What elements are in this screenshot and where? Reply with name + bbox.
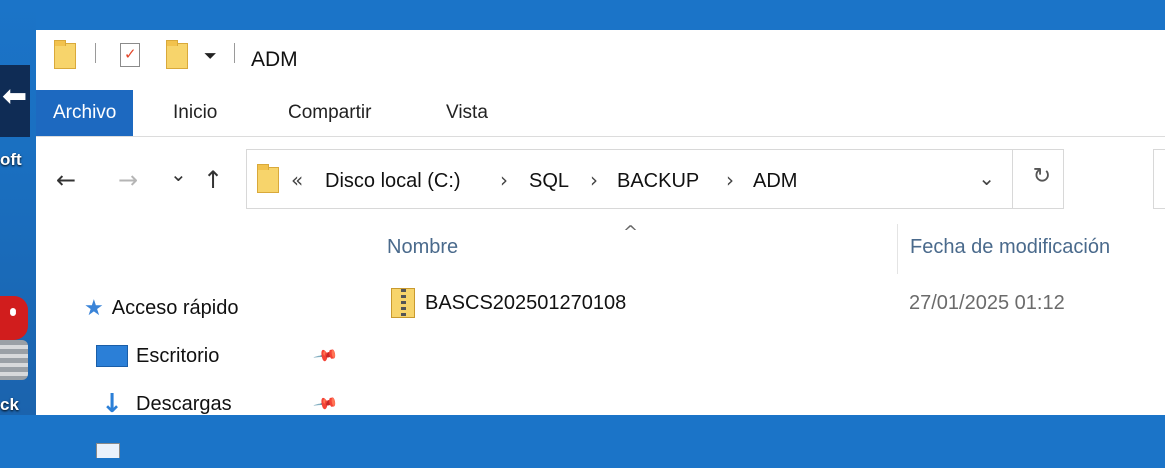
star-icon: ★ <box>84 295 104 321</box>
title-separator <box>234 43 235 63</box>
desktop-icon <box>96 345 128 367</box>
search-input[interactable] <box>1153 149 1165 209</box>
sort-ascending-icon: ^ <box>623 222 639 243</box>
column-divider[interactable] <box>897 224 898 274</box>
title-bar: ⏷ ADM <box>36 30 1165 90</box>
desktop-app-icon[interactable]: ⬅ <box>0 65 30 137</box>
navigation-pane: ★ Acceso rápido Escritorio 📌 ↓ Descargas… <box>36 224 349 458</box>
address-dropdown-icon[interactable]: ⌄ <box>978 166 995 190</box>
pin-icon[interactable]: 📌 <box>312 390 339 417</box>
file-explorer-window: ⏷ ADM Archivo Inicio Compartir Vista ← →… <box>36 30 1165 458</box>
tab-inicio[interactable]: Inicio <box>173 90 217 136</box>
nav-item-label: Acceso rápido <box>111 296 239 319</box>
forward-button[interactable]: → <box>118 166 138 194</box>
breadcrumb-adm[interactable]: ADM <box>753 170 797 193</box>
breadcrumb-separator[interactable]: › <box>590 168 598 192</box>
back-button[interactable]: ← <box>56 166 76 194</box>
nav-item-label: Escritorio <box>136 344 220 367</box>
properties-icon[interactable] <box>120 43 140 67</box>
desktop-server-icon[interactable] <box>0 290 30 390</box>
address-bar[interactable]: « Disco local (C:) › SQL › BACKUP › ADM … <box>246 149 1064 209</box>
file-name: BASCS202501270108 <box>425 292 627 314</box>
ribbon-tabs: Archivo Inicio Compartir Vista <box>36 90 1165 137</box>
breadcrumb-separator[interactable]: › <box>500 168 508 192</box>
nav-item-descargas[interactable]: ↓ Descargas <box>96 386 232 422</box>
table-row[interactable]: BASCS202501270108 27/01/2025 01:12 <box>389 282 1165 326</box>
quick-access-folder-icon[interactable] <box>54 40 76 69</box>
breadcrumb-separator[interactable]: › <box>726 168 734 192</box>
nav-item-escritorio[interactable]: Escritorio <box>96 338 219 374</box>
nav-item-partial[interactable] <box>96 432 120 468</box>
address-divider <box>1012 150 1013 208</box>
nav-item-acceso-rapido[interactable]: ★ Acceso rápido <box>84 290 238 326</box>
qa-separator <box>95 43 96 63</box>
window-title: ADM <box>251 48 298 71</box>
desktop-background: ⬅ oft ck <box>0 0 36 415</box>
breadcrumb-overflow-icon[interactable]: « <box>291 168 303 192</box>
tab-vista[interactable]: Vista <box>446 90 488 136</box>
up-button[interactable]: ↑ <box>203 166 223 194</box>
breadcrumb-disco-local[interactable]: Disco local (C:) <box>325 170 461 193</box>
tab-compartir[interactable]: Compartir <box>288 90 371 136</box>
navigation-bar: ← → ⌄ ↑ « Disco local (C:) › SQL › BACKU… <box>36 136 1165 224</box>
nav-item-label: Descargas <box>136 392 232 415</box>
zip-folder-icon <box>391 288 415 318</box>
breadcrumb-sql[interactable]: SQL <box>529 170 569 193</box>
tab-archivo[interactable]: Archivo <box>36 90 134 136</box>
recent-locations-button[interactable]: ⌄ <box>170 162 187 186</box>
breadcrumb-backup[interactable]: BACKUP <box>617 170 699 193</box>
new-folder-icon[interactable] <box>166 40 188 69</box>
address-folder-icon <box>257 164 279 193</box>
desktop-icon-label-2: ck <box>0 395 19 414</box>
file-modified-date: 27/01/2025 01:12 <box>909 292 1065 314</box>
column-header-fecha[interactable]: Fecha de modificación <box>910 236 1110 259</box>
column-header-nombre[interactable]: Nombre <box>387 236 458 259</box>
documents-icon <box>96 442 120 458</box>
customize-quick-access-icon[interactable]: ⏷ <box>204 46 217 66</box>
refresh-icon[interactable]: ↻ <box>1033 164 1051 189</box>
desktop-icon-label: oft <box>0 150 22 169</box>
pin-icon[interactable]: 📌 <box>312 342 339 369</box>
file-list: ^ Nombre Fecha de modificación BASCS2025… <box>349 222 1165 415</box>
